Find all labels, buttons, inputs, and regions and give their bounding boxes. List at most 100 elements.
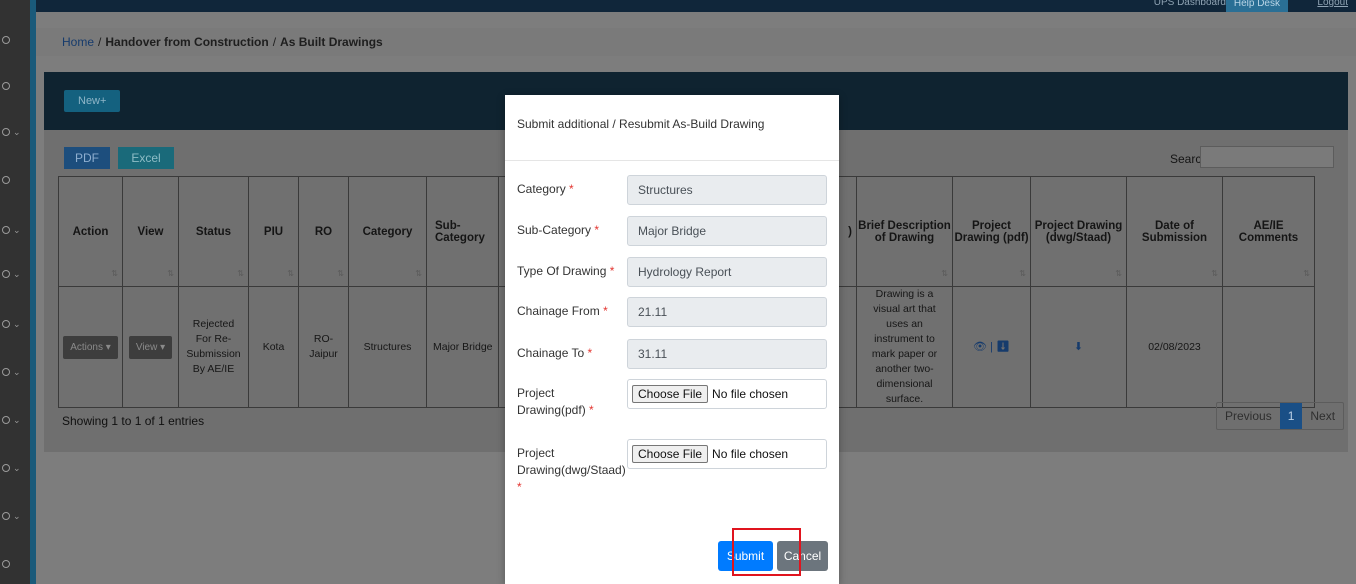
project-drawing-pdf-label: Project Drawing(pdf) *	[517, 386, 594, 417]
sidebar-item[interactable]: ⌄	[2, 412, 28, 428]
category-field[interactable]: Structures	[627, 175, 827, 205]
sort-icon[interactable]: ⇅	[237, 269, 244, 278]
entries-info: Showing 1 to 1 of 1 entries	[62, 414, 205, 428]
column-header-label: RO	[314, 225, 333, 238]
caret-down-icon: ▾	[105, 341, 111, 353]
sort-icon[interactable]: ⇅	[1115, 269, 1122, 278]
menu-icon	[2, 270, 10, 278]
sidebar-item[interactable]	[2, 32, 28, 48]
column-header-label: View	[137, 225, 164, 238]
menu-icon	[2, 320, 10, 328]
sort-icon[interactable]: ⇅	[111, 269, 118, 278]
modal-title: Submit additional / Resubmit As-Build Dr…	[505, 95, 839, 161]
breadcrumb-home[interactable]: Home	[62, 35, 94, 49]
column-header-label: Date of Submission	[1141, 219, 1208, 244]
column-header-project-drawing-dwg[interactable]: Project Drawing (dwg/Staad) ⇅	[1030, 176, 1127, 287]
download-icon[interactable]: ⬇	[1074, 341, 1083, 353]
column-header-label: Status	[195, 225, 232, 238]
new-button[interactable]: New+	[64, 90, 121, 112]
column-header-label: Category	[362, 225, 413, 238]
breadcrumb-section[interactable]: Handover from Construction	[105, 35, 268, 49]
caret-down-icon: ▾	[160, 341, 166, 353]
help-desk-button[interactable]: Help Desk	[1225, 0, 1288, 12]
view-dropdown-button[interactable]: View ▾	[128, 335, 173, 359]
resubmit-modal: Submit additional / Resubmit As-Build Dr…	[505, 95, 839, 584]
menu-icon	[2, 226, 10, 234]
chainage-to-label: Chainage To *	[517, 346, 593, 360]
column-header-label: AE/IE Comments	[1238, 219, 1299, 244]
sidebar-item[interactable]: ⌄	[2, 266, 28, 282]
cell-comments	[1222, 286, 1315, 408]
chevron-down-icon: ⌄	[13, 366, 21, 377]
sidebar-item[interactable]	[2, 172, 28, 188]
menu-icon	[2, 560, 10, 568]
sidebar-item[interactable]: ⌄	[2, 460, 28, 476]
type-of-drawing-field[interactable]: Hydrology Report	[627, 257, 827, 287]
pagination-page[interactable]: 1	[1279, 403, 1303, 429]
export-pdf-button[interactable]: PDF	[64, 147, 110, 169]
chevron-down-icon: ⌄	[13, 414, 21, 425]
export-excel-button[interactable]: Excel	[118, 147, 174, 169]
column-header-fragment: )	[848, 225, 852, 238]
column-header-status[interactable]: Status ⇅	[178, 176, 249, 287]
sort-icon[interactable]: ⇅	[167, 269, 174, 278]
sort-icon[interactable]: ⇅	[337, 269, 344, 278]
logout-link[interactable]: Logout	[1317, 0, 1348, 8]
column-header-category[interactable]: Category ⇅	[348, 176, 427, 287]
column-header-ro[interactable]: RO ⇅	[298, 176, 349, 287]
breadcrumb-current: As Built Drawings	[280, 35, 383, 49]
chainage-from-field[interactable]: 21.11	[627, 297, 827, 327]
column-header-ae-ie-comments[interactable]: AE/IE Comments ⇅	[1222, 176, 1315, 287]
actions-dropdown-button[interactable]: Actions ▾	[63, 335, 118, 359]
type-of-drawing-label: Type Of Drawing *	[517, 264, 615, 278]
menu-icon	[2, 36, 10, 44]
choose-file-button[interactable]: Choose File	[632, 385, 709, 403]
column-header-label: Project Drawing (pdf)	[954, 219, 1029, 244]
menu-icon	[2, 512, 10, 520]
sub-category-field[interactable]: Major Bridge	[627, 216, 827, 246]
sidebar-item[interactable]: ⌄	[2, 124, 28, 140]
sidebar-item[interactable]: ⌄	[2, 508, 28, 524]
breadcrumb-separator: /	[272, 35, 277, 49]
sort-icon[interactable]: ⇅	[1211, 269, 1218, 278]
sub-category-label: Sub-Category *	[517, 223, 600, 237]
breadcrumb-separator: /	[98, 35, 102, 49]
menu-icon	[2, 128, 10, 136]
sidebar-item[interactable]	[2, 556, 28, 572]
project-drawing-pdf-input[interactable]: Choose File No file chosen	[627, 379, 827, 409]
chainage-to-field[interactable]: 31.11	[627, 339, 827, 369]
sidebar-item[interactable]	[2, 78, 28, 94]
project-drawing-dwg-label: Project Drawing(dwg/Staad) *	[517, 446, 626, 494]
column-header-action[interactable]: Action ⇅	[58, 176, 123, 287]
chevron-down-icon: ⌄	[13, 510, 21, 521]
column-header-piu[interactable]: PIU ⇅	[248, 176, 299, 287]
sort-icon[interactable]: ⇅	[1019, 269, 1026, 278]
pagination: Previous 1 Next	[1216, 402, 1345, 430]
search-input[interactable]	[1200, 146, 1334, 168]
column-header-sub-category[interactable]: Sub-Category	[426, 176, 499, 287]
column-header-view[interactable]: View ⇅	[122, 176, 179, 287]
sort-icon[interactable]: ⇅	[415, 269, 422, 278]
category-label: Category *	[517, 182, 574, 196]
pagination-next[interactable]: Next	[1302, 403, 1343, 429]
column-header-brief-description[interactable]: Brief Description of Drawing ⇅	[856, 176, 953, 287]
sort-icon[interactable]: ⇅	[287, 269, 294, 278]
user-label: UPS Dashboard	[1153, 0, 1226, 8]
choose-file-button[interactable]: Choose File	[632, 445, 709, 463]
column-header-label: Sub-Category	[435, 219, 485, 244]
breadcrumb: Home / Handover from Construction / As Built…	[36, 28, 1356, 56]
view-download-icons[interactable]: 👁 | ⬇	[973, 341, 1010, 353]
sidebar: ⌄ ⌄ ⌄ ⌄ ⌄ ⌄ ⌄ ⌄	[0, 0, 36, 584]
column-header-date-of-submission[interactable]: Date of Submission ⇅	[1126, 176, 1223, 287]
sidebar-item[interactable]: ⌄	[2, 222, 28, 238]
project-drawing-dwg-input[interactable]: Choose File No file chosen	[627, 439, 827, 469]
sidebar-item[interactable]: ⌄	[2, 364, 28, 380]
column-header-project-drawing-pdf[interactable]: Project Drawing (pdf) ⇅	[952, 176, 1031, 287]
sort-icon[interactable]: ⇅	[1303, 269, 1310, 278]
sidebar-item[interactable]: ⌄	[2, 316, 28, 332]
pagination-previous[interactable]: Previous	[1217, 403, 1280, 429]
sort-icon[interactable]: ⇅	[941, 269, 948, 278]
cell-view: View ▾	[122, 286, 179, 408]
chevron-down-icon: ⌄	[13, 462, 21, 473]
sidebar-edge	[30, 0, 36, 584]
